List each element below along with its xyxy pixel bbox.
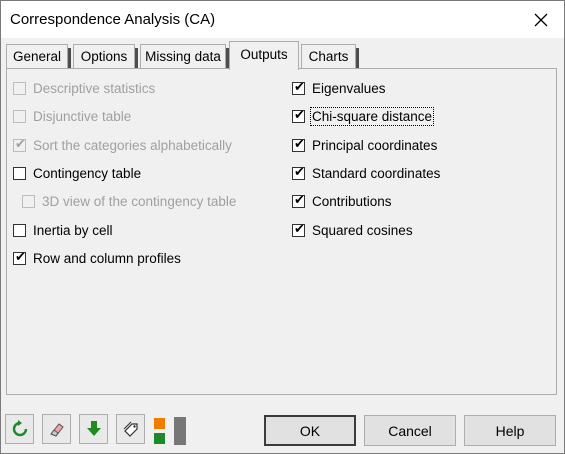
checkbox-box: ✔ — [292, 192, 305, 208]
sort-categories-checkbox[interactable]: ✔ Sort the categories alphabetically — [13, 136, 232, 153]
label-button[interactable] — [116, 414, 145, 444]
contingency-table-checkbox[interactable]: Contingency table — [13, 166, 141, 181]
tab-outputs[interactable]: Outputs — [229, 41, 299, 70]
clear-button[interactable] — [42, 414, 71, 444]
checkmark-icon: ✔ — [294, 221, 305, 236]
tab-label: Options — [80, 49, 128, 64]
principal-coordinates-checkbox[interactable]: ✔ Principal coordinates — [292, 136, 438, 153]
checkbox-label: Row and column profiles — [33, 251, 181, 266]
close-icon — [534, 13, 548, 26]
checkbox-label: 3D view of the contingency table — [42, 194, 237, 209]
title-bar[interactable]: Correspondence Analysis (CA) — [1, 1, 564, 38]
checkmark-icon: ✔ — [294, 79, 305, 94]
checkmark-icon: ✔ — [294, 136, 305, 151]
checkbox-box: ✔ — [292, 164, 305, 180]
ok-button[interactable]: OK — [264, 415, 356, 446]
help-button[interactable]: Help — [464, 415, 556, 446]
checkbox-label: Descriptive statistics — [33, 81, 156, 96]
checkmark-icon: ✔ — [294, 164, 305, 179]
checkbox-box — [22, 195, 35, 208]
checkbox-box: ✔ — [292, 136, 305, 152]
reset-icon — [12, 420, 27, 437]
checkbox-box — [13, 110, 26, 123]
standard-coordinates-checkbox[interactable]: ✔ Standard coordinates — [292, 164, 441, 181]
ok-button-label: OK — [299, 422, 321, 439]
tab-missing-data[interactable]: Missing data — [140, 44, 229, 68]
close-button[interactable] — [518, 1, 564, 38]
checkbox-label: Disjunctive table — [33, 109, 132, 124]
download-button[interactable] — [79, 414, 108, 444]
tab-options[interactable]: Options — [73, 44, 138, 68]
tag-icon — [123, 421, 138, 437]
checkbox-box: ✔ — [292, 79, 305, 95]
tab-separator — [135, 48, 138, 68]
checkbox-box — [13, 167, 26, 180]
descriptive-statistics-checkbox[interactable]: Descriptive statistics — [13, 81, 155, 96]
checkbox-label: Contributions — [312, 194, 392, 209]
layout-toggle-button[interactable] — [152, 416, 188, 446]
checkmark-icon: ✔ — [15, 249, 26, 264]
checkmark-icon: ✔ — [15, 136, 26, 151]
inertia-by-cell-checkbox[interactable]: Inertia by cell — [13, 223, 113, 238]
tab-label: Outputs — [240, 46, 288, 62]
reset-button[interactable] — [5, 414, 34, 444]
checkbox-label: Inertia by cell — [33, 223, 113, 238]
tab-general[interactable]: General — [6, 44, 71, 68]
layout-toggle-icon — [154, 417, 186, 445]
tab-label: Charts — [308, 49, 349, 64]
checkbox-label: Sort the categories alphabetically — [33, 138, 232, 153]
3d-view-checkbox[interactable]: 3D view of the contingency table — [22, 194, 236, 209]
tab-separator — [68, 48, 71, 68]
tab-charts[interactable]: Charts — [301, 44, 359, 68]
checkbox-box: ✔ — [13, 136, 26, 152]
eigenvalues-checkbox[interactable]: ✔ Eigenvalues — [292, 79, 386, 96]
checkbox-box — [13, 224, 26, 237]
checkbox-label: Contingency table — [33, 166, 142, 181]
tab-label: Missing data — [145, 49, 221, 64]
cancel-button[interactable]: Cancel — [364, 415, 456, 446]
checkbox-label: Eigenvalues — [312, 81, 386, 96]
dialog-window: Correspondence Analysis (CA) General Opt… — [0, 0, 565, 454]
checkmark-icon: ✔ — [294, 107, 305, 122]
checkbox-label: Chi-square distance — [309, 107, 435, 126]
eraser-icon — [49, 423, 64, 437]
checkbox-label: Squared cosines — [312, 223, 413, 238]
window-title: Correspondence Analysis (CA) — [10, 11, 216, 28]
disjunctive-table-checkbox[interactable]: Disjunctive table — [13, 109, 131, 124]
bottom-bar: OK Cancel Help — [1, 404, 564, 453]
checkbox-box: ✔ — [292, 221, 305, 237]
checkbox-box — [13, 82, 26, 95]
tab-separator — [356, 48, 359, 68]
download-arrow-icon — [86, 421, 101, 436]
chi-square-distance-checkbox[interactable]: ✔ Chi-square distance — [292, 107, 435, 126]
help-button-label: Help — [495, 422, 525, 439]
checkbox-label: Standard coordinates — [312, 166, 441, 181]
checkmark-icon: ✔ — [294, 192, 305, 207]
row-column-profiles-checkbox[interactable]: ✔ Row and column profiles — [13, 249, 181, 266]
outputs-panel: Descriptive statistics Disjunctive table… — [6, 68, 557, 395]
cancel-button-label: Cancel — [388, 422, 432, 439]
checkbox-box: ✔ — [13, 249, 26, 265]
checkbox-box: ✔ — [292, 107, 305, 123]
tab-label: General — [12, 49, 62, 64]
contributions-checkbox[interactable]: ✔ Contributions — [292, 192, 392, 209]
checkbox-label: Principal coordinates — [312, 138, 438, 153]
squared-cosines-checkbox[interactable]: ✔ Squared cosines — [292, 221, 413, 238]
